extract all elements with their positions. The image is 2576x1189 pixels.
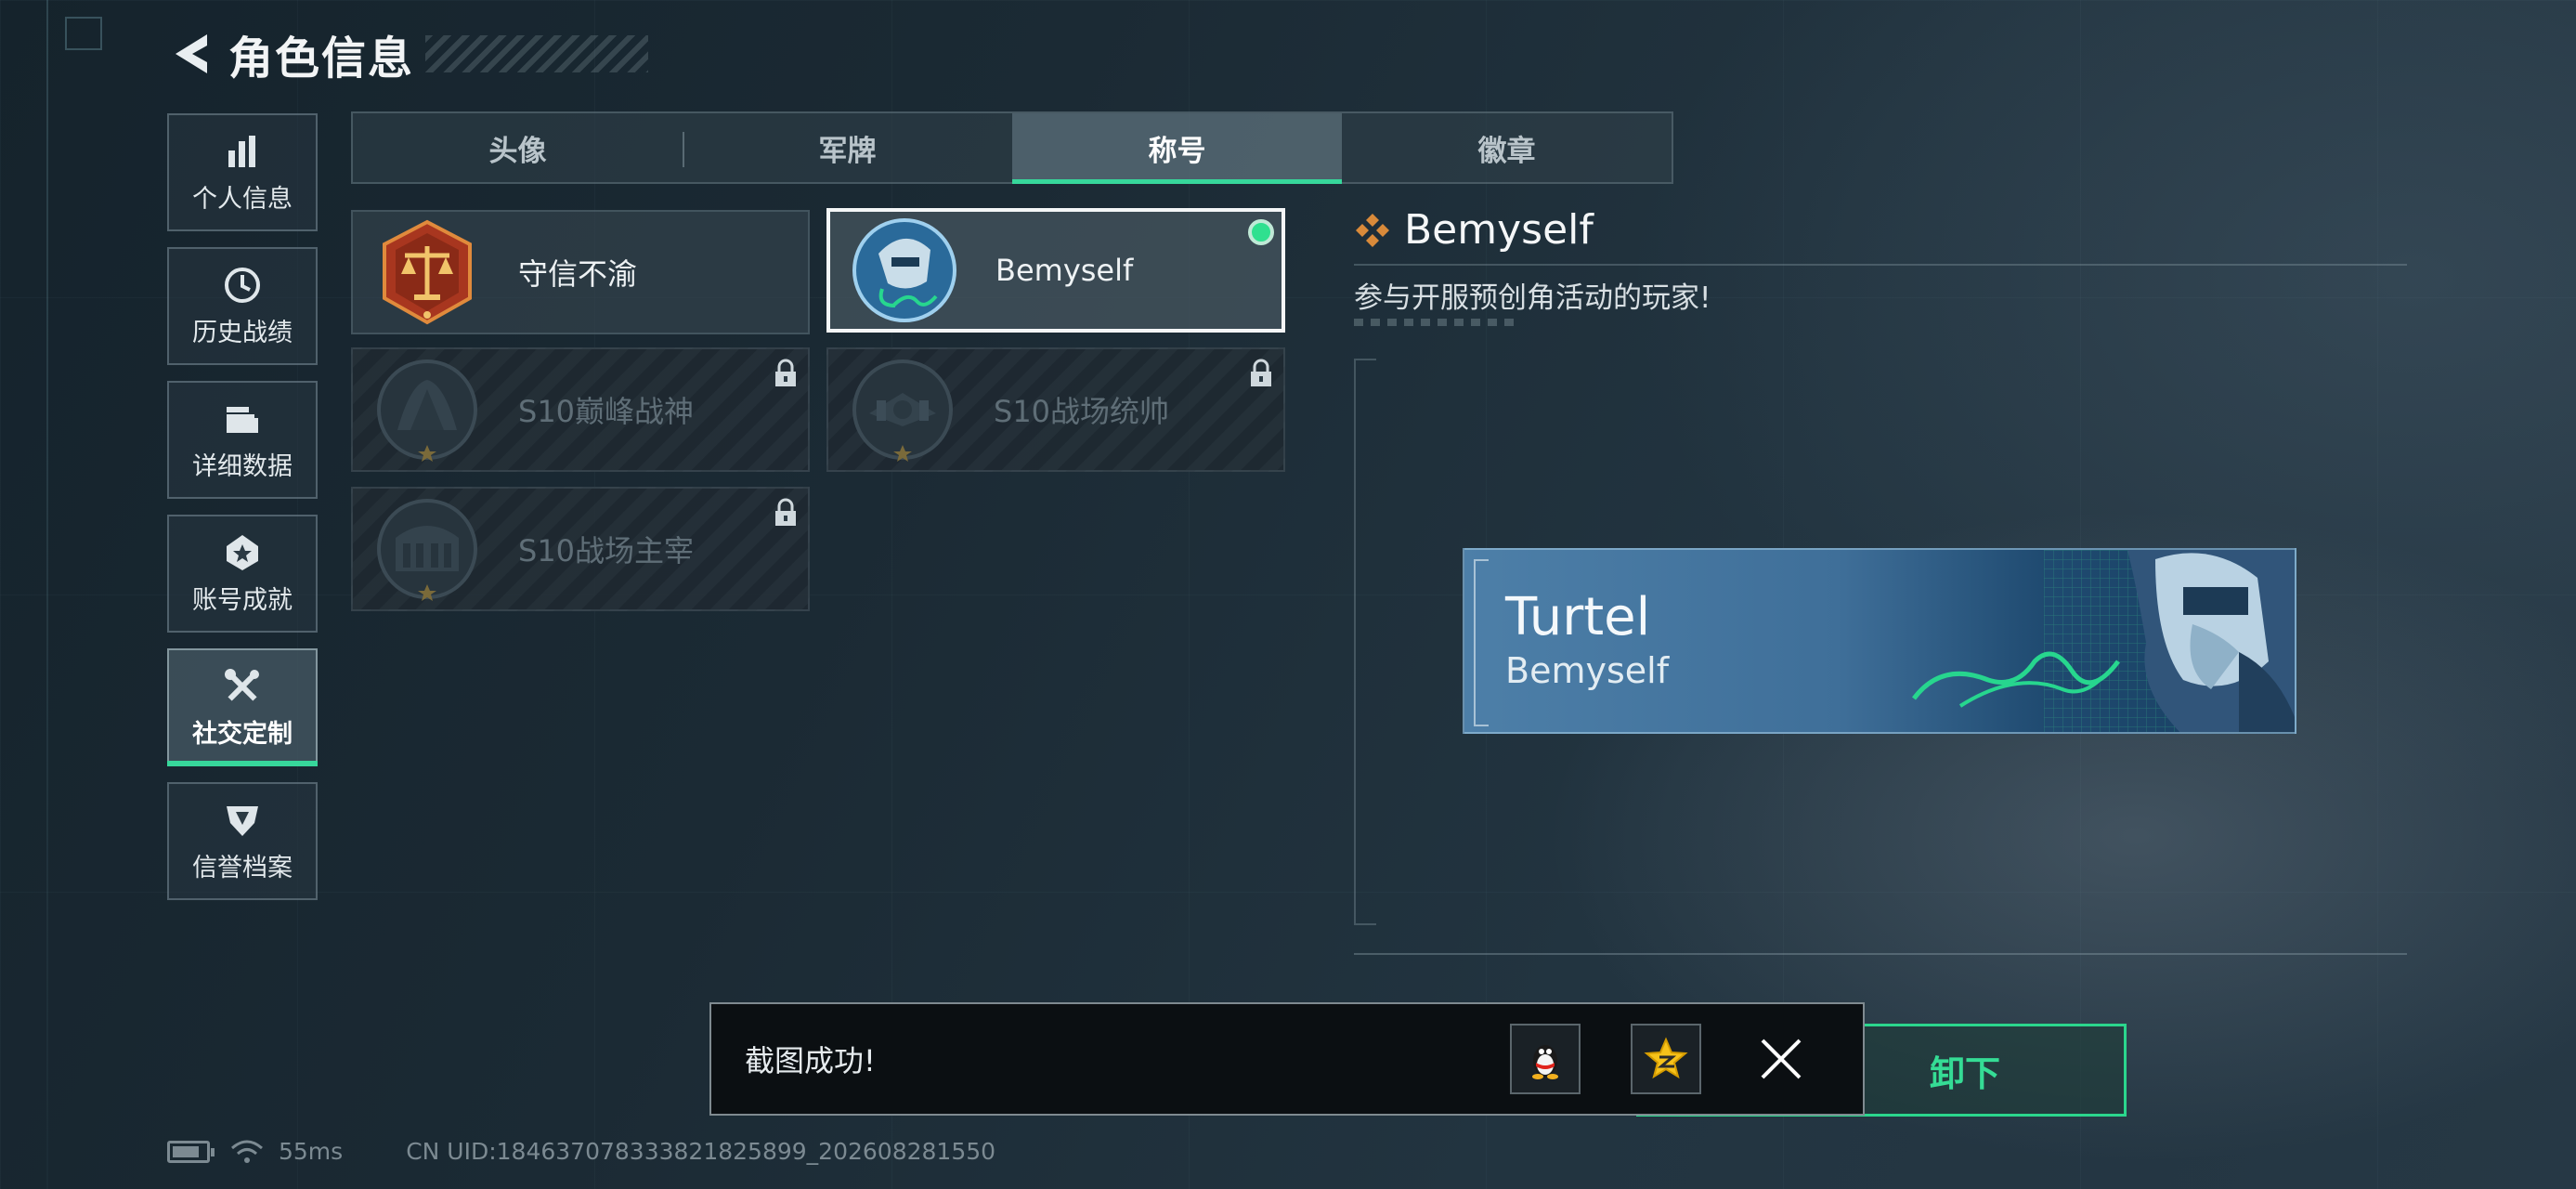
title-diamond-icon — [1356, 213, 1389, 247]
title-card-selected[interactable]: Bemyself — [826, 208, 1285, 333]
sidebar-item-personal-info[interactable]: 个人信息 — [167, 113, 318, 231]
equipped-indicator — [1248, 219, 1274, 245]
credit-shield-icon — [221, 799, 264, 842]
s10-peak-emblem — [373, 356, 481, 464]
back-arrow-icon — [176, 34, 207, 73]
sidebar-item-social-custom[interactable]: 社交定制 — [167, 648, 318, 766]
qq-penguin-icon — [1532, 1045, 1558, 1079]
tab-bar: 头像 军牌 称号 徽章 — [351, 111, 1673, 184]
divider — [1354, 264, 2407, 266]
page-title: 角色信息 — [228, 33, 415, 85]
title-card-label: S10巅峰战神 — [518, 394, 695, 429]
ping-value: 55ms — [279, 1138, 344, 1165]
sidebar-item-label: 信誉档案 — [192, 854, 293, 882]
decor-dashes — [1354, 319, 1521, 326]
banner-player-name: Turtel — [1505, 587, 1651, 647]
data-folder-icon — [221, 398, 264, 440]
title-card-label: Bemyself — [995, 253, 1134, 288]
lock-icon — [1251, 359, 1271, 386]
detail-description: 参与开服预创角活动的玩家! — [1354, 281, 1711, 315]
sidebar-item-detailed-data[interactable]: 详细数据 — [167, 381, 318, 499]
divider — [1354, 953, 2407, 955]
lock-icon — [775, 359, 796, 386]
back-button[interactable] — [167, 26, 215, 82]
detail-header: Bemyself — [1354, 206, 1594, 254]
close-icon[interactable] — [1753, 1031, 1809, 1087]
detail-title-name: Bemyself — [1404, 206, 1594, 254]
battery-icon — [167, 1140, 215, 1163]
title-decoration — [425, 35, 649, 72]
tab-avatar[interactable]: 头像 — [353, 113, 683, 182]
soldier-art — [1912, 550, 2295, 732]
s10-commander-emblem — [849, 356, 956, 464]
tab-dogtag[interactable]: 军牌 — [683, 113, 1012, 182]
title-card-label: S10战场统帅 — [994, 394, 1170, 429]
status-bar: 55ms CN UID:1846370783338218258​99_20260… — [167, 1138, 995, 1165]
uid-text: CN UID:1846370783338218258​99_2026082815… — [406, 1138, 996, 1165]
soldier-signature-emblem — [851, 216, 958, 324]
title-card-locked[interactable]: S10巅峰战神 — [351, 347, 810, 472]
sidebar-item-history[interactable]: 历史战绩 — [167, 247, 318, 365]
title-card-locked[interactable]: S10战场主宰 — [351, 487, 810, 611]
tools-icon — [221, 665, 264, 708]
title-card-label: S10战场主宰 — [518, 533, 695, 568]
sidebar-item-label: 社交定制 — [192, 720, 293, 749]
sidebar-item-label: 历史战绩 — [192, 319, 293, 347]
justice-scales-emblem — [373, 218, 481, 326]
sidebar-item-label: 详细数据 — [192, 452, 293, 481]
sidebar-item-achievements[interactable]: 账号成就 — [167, 515, 318, 633]
title-card-label: 守信不渝 — [518, 256, 638, 292]
wifi-icon — [231, 1140, 263, 1163]
sidebar-item-label: 个人信息 — [192, 185, 293, 214]
tab-title[interactable]: 称号 — [1012, 113, 1342, 184]
share-qq-button[interactable] — [1510, 1024, 1581, 1094]
bar-chart-icon — [221, 130, 264, 173]
tab-badge[interactable]: 徽章 — [1342, 113, 1672, 182]
s10-dominator-emblem — [373, 495, 481, 603]
title-card[interactable]: 守信不渝 — [351, 210, 810, 334]
sidebar-item-label: 账号成就 — [192, 586, 293, 615]
title-banner-preview: Turtel Bemyself — [1463, 548, 2296, 734]
unequip-label: 卸下 — [1929, 1052, 2000, 1094]
qzone-star-icon — [1644, 1037, 1688, 1079]
sidebar-item-credit-record[interactable]: 信誉档案 — [167, 782, 318, 900]
toast-message: 截图成功! — [745, 1043, 876, 1078]
preview-frame — [1354, 359, 1376, 925]
title-card-locked[interactable]: S10战场统帅 — [826, 347, 1285, 472]
page-header: 角色信息 — [167, 26, 649, 85]
screenshot-toast: 截图成功! — [709, 1002, 1865, 1116]
share-qzone-button[interactable] — [1631, 1024, 1701, 1094]
banner-frame — [1474, 559, 1489, 726]
decor-line — [46, 0, 48, 1189]
achievement-badge-icon — [221, 531, 264, 574]
sidebar-nav: 个人信息 历史战绩 详细数据 账号成就 社交定制 信誉档案 — [167, 113, 318, 916]
history-clock-icon — [221, 264, 264, 307]
decor-corner — [65, 17, 102, 50]
banner-title: Bemyself — [1505, 650, 1670, 691]
lock-icon — [775, 498, 796, 526]
